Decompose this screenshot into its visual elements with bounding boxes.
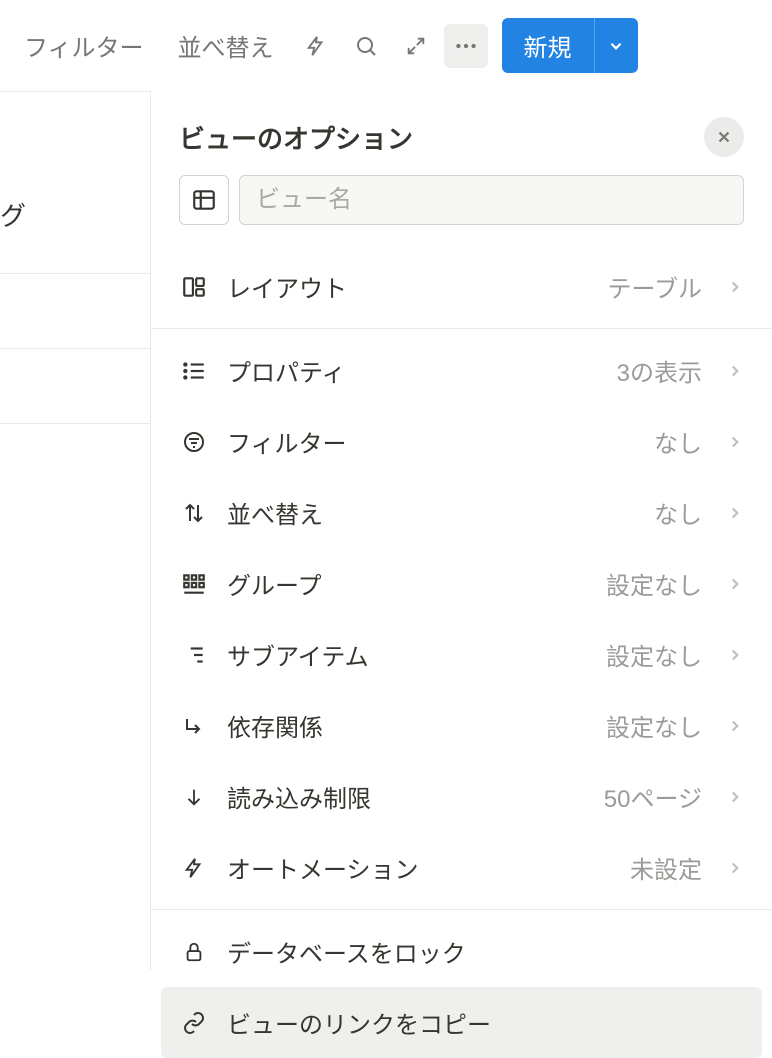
dependencies-icon (179, 714, 209, 738)
automation-label: オートメーション (227, 850, 612, 885)
subitems-row[interactable]: サブアイテム 設定なし (151, 619, 772, 690)
subitems-label: サブアイテム (227, 637, 588, 672)
sort-button[interactable]: 並べ替え (164, 20, 288, 71)
copy-view-link-row[interactable]: ビューのリンクをコピー (161, 987, 762, 1058)
group-icon (179, 571, 209, 597)
properties-value: 3の表示 (617, 353, 702, 388)
group-value: 設定なし (606, 566, 702, 601)
automation-row[interactable]: オートメーション 未設定 (151, 832, 772, 903)
lightning-icon (179, 857, 209, 879)
new-button[interactable]: 新規 (502, 18, 594, 73)
layout-icon (179, 274, 209, 300)
divider (151, 909, 772, 910)
load-limit-row[interactable]: 読み込み制限 50ページ (151, 761, 772, 832)
expand-icon[interactable] (394, 24, 438, 68)
arrow-down-icon (179, 786, 209, 808)
truncated-text: グ (0, 201, 26, 231)
properties-row[interactable]: プロパティ 3の表示 (151, 335, 772, 406)
list-icon (179, 358, 209, 384)
chevron-right-icon (726, 646, 744, 664)
filter-button[interactable]: フィルター (10, 20, 158, 71)
chevron-right-icon (726, 788, 744, 806)
chevron-right-icon (726, 717, 744, 735)
more-options-button[interactable] (444, 24, 488, 68)
lock-icon (179, 941, 209, 963)
properties-label: プロパティ (227, 353, 599, 388)
group-label: グループ (227, 566, 588, 601)
filter-value: なし (654, 424, 702, 459)
lock-database-row[interactable]: データベースをロック (151, 916, 772, 987)
sort-value: なし (654, 495, 702, 530)
copy-view-link-label: ビューのリンクをコピー (227, 1005, 744, 1040)
sort-icon (179, 501, 209, 525)
subitems-value: 設定なし (606, 637, 702, 672)
filter-label: フィルター (227, 424, 636, 459)
view-type-icon-button[interactable] (179, 175, 229, 225)
dependencies-label: 依存関係 (227, 708, 588, 743)
chevron-right-icon (726, 278, 744, 296)
automations-icon[interactable] (294, 24, 338, 68)
panel-title: ビューのオプション (179, 119, 413, 156)
filter-icon (179, 430, 209, 454)
filter-row[interactable]: フィルター なし (151, 406, 772, 477)
close-button[interactable] (704, 117, 744, 157)
link-icon (179, 1011, 209, 1035)
dependencies-value: 設定なし (606, 708, 702, 743)
database-toolbar: フィルター 並べ替え 新規 (0, 0, 772, 92)
lock-database-label: データベースをロック (227, 934, 744, 969)
new-dropdown-button[interactable] (594, 18, 638, 73)
chevron-right-icon (726, 859, 744, 877)
search-icon[interactable] (344, 24, 388, 68)
load-limit-value: 50ページ (604, 779, 702, 814)
sort-row[interactable]: 並べ替え なし (151, 477, 772, 548)
sort-label: 並べ替え (227, 495, 636, 530)
background-content: グ (0, 91, 150, 970)
automation-value: 未設定 (630, 850, 702, 885)
view-options-panel: ビューのオプション レイアウト テーブル プロパティ 3の表示 (150, 91, 772, 970)
load-limit-label: 読み込み制限 (227, 779, 586, 814)
chevron-right-icon (726, 362, 744, 380)
chevron-right-icon (726, 575, 744, 593)
view-name-input[interactable] (239, 175, 744, 225)
dependencies-row[interactable]: 依存関係 設定なし (151, 690, 772, 761)
divider (151, 328, 772, 329)
chevron-right-icon (726, 433, 744, 451)
layout-row[interactable]: レイアウト テーブル (151, 251, 772, 322)
layout-label: レイアウト (227, 269, 589, 304)
subitems-icon (179, 642, 209, 668)
chevron-right-icon (726, 504, 744, 522)
layout-value: テーブル (607, 269, 702, 304)
group-row[interactable]: グループ 設定なし (151, 548, 772, 619)
